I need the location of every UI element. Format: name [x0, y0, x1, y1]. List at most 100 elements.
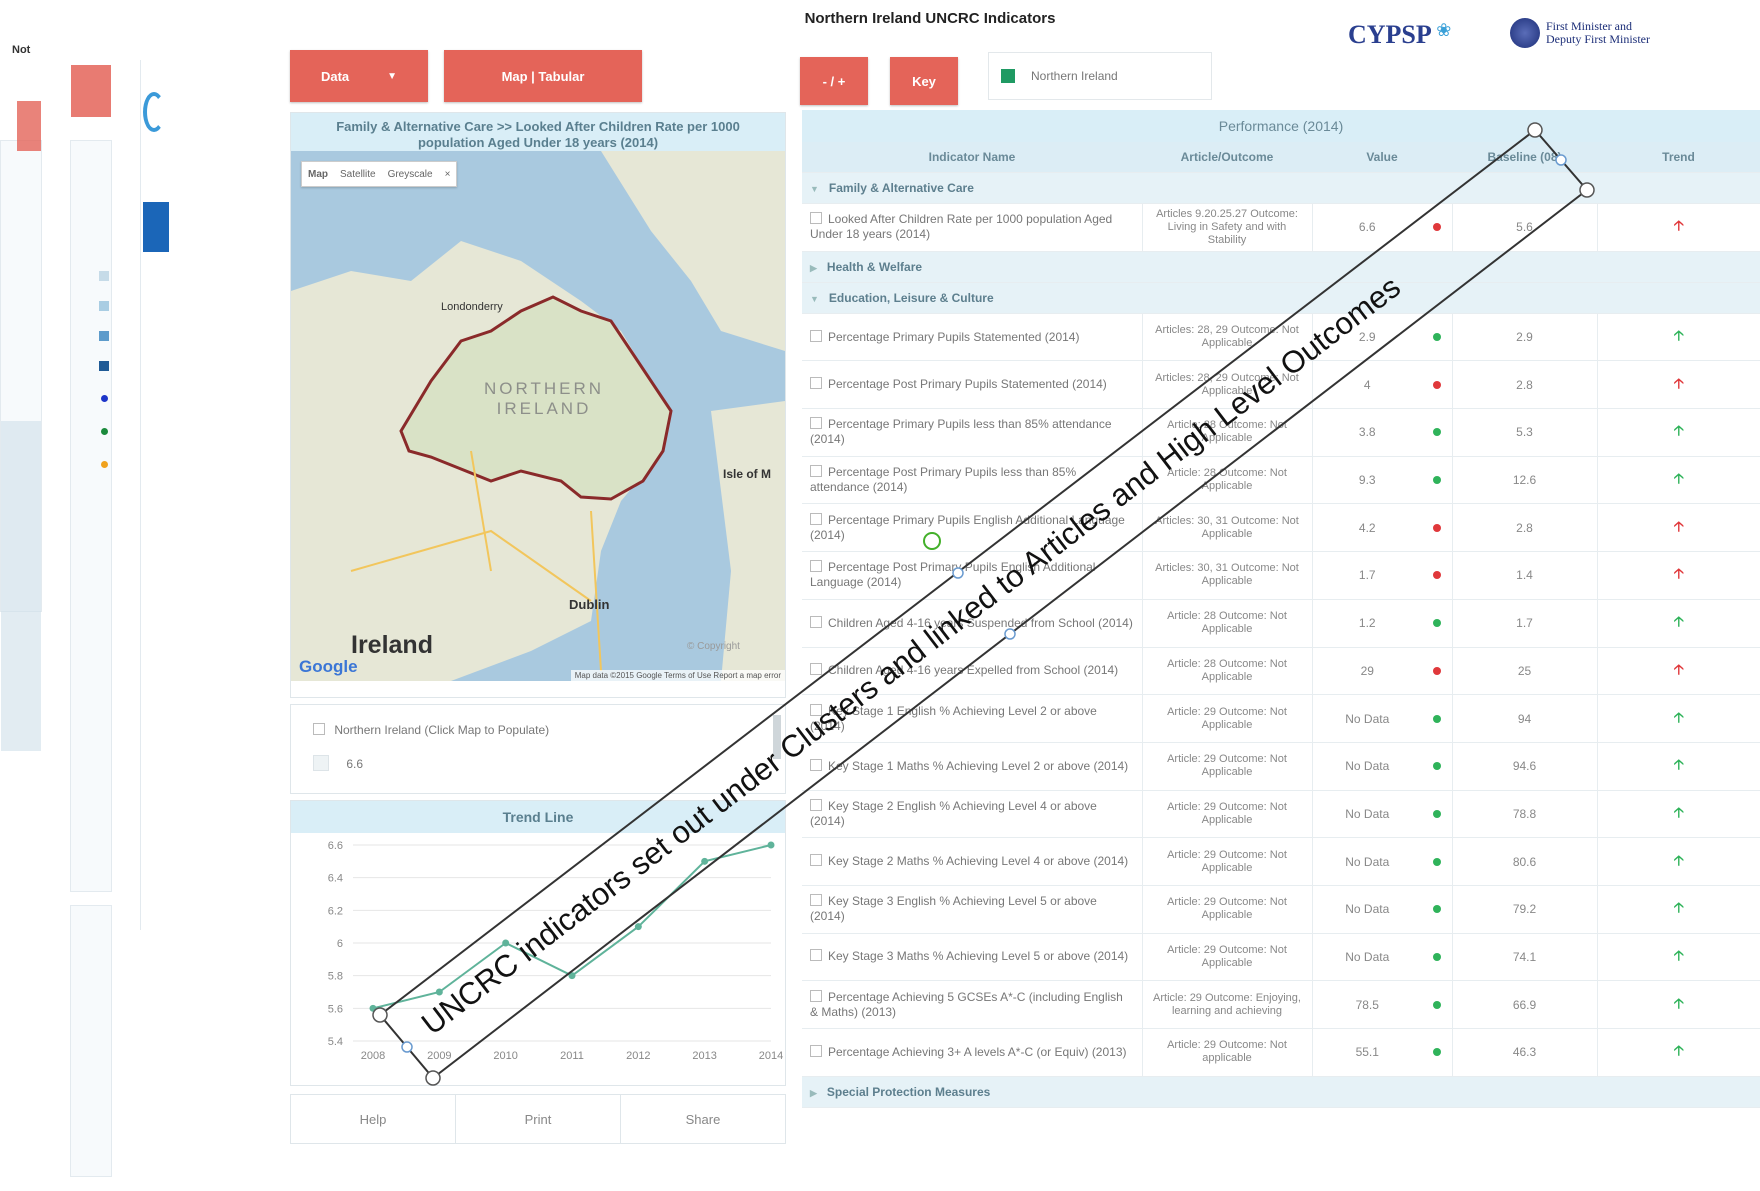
indicator-row[interactable]: Looked After Children Rate per 1000 popu… — [802, 203, 1760, 252]
row-checkbox[interactable] — [810, 703, 822, 716]
baseline-value: 12.6 — [1452, 456, 1598, 505]
cluster-row[interactable]: ▶ Special Protection Measures — [802, 1076, 1760, 1108]
indicator-table: Indicator Name Article/Outcome Value Bas… — [802, 142, 1760, 1108]
row-checkbox[interactable] — [810, 854, 822, 867]
indicator-row[interactable]: Percentage Primary Pupils Statemented (2… — [802, 313, 1760, 362]
indicator-row[interactable]: Percentage Post Primary Pupils English A… — [802, 551, 1760, 600]
cluster-row[interactable]: ▼ Education, Leisure & Culture — [802, 282, 1760, 314]
indicator-row[interactable]: Key Stage 1 Maths % Achieving Level 2 or… — [802, 742, 1760, 791]
key-button[interactable]: Key — [890, 57, 958, 105]
article-outcome: Article: 29 Outcome: Not Applicable — [1141, 837, 1313, 886]
page-title: Northern Ireland UNCRC Indicators — [804, 10, 1056, 27]
map-tab-map[interactable]: Map — [302, 169, 334, 180]
trend-point — [369, 1004, 377, 1012]
cluster-name: Family & Alternative Care — [828, 181, 974, 195]
status-dot-icon — [1432, 619, 1441, 628]
help-button[interactable]: Help — [291, 1095, 456, 1143]
chevron-down-icon[interactable]: ▼ — [810, 184, 819, 194]
chevron-right-icon[interactable]: ▶ — [810, 1088, 817, 1098]
row-checkbox[interactable] — [810, 329, 822, 342]
indicator-row[interactable]: Percentage Achieving 3+ A levels A*-C (o… — [802, 1028, 1760, 1077]
share-button[interactable]: Share — [621, 1095, 785, 1143]
britain-shape — [711, 401, 785, 681]
trend-chart: 6.6 6.4 6.2 6 5.8 5.6 5.4 2008 2009 2010 2011 2012 2… — [328, 840, 784, 1062]
baseline-value: 25 — [1452, 647, 1598, 696]
map-tab-greyscale[interactable]: Greyscale — [382, 169, 439, 180]
col-article-outcome[interactable]: Article/Outcome — [1142, 142, 1312, 173]
row-checkbox[interactable] — [810, 560, 822, 573]
indicator-name: Key Stage 3 English % Achieving Level 5 … — [810, 894, 1097, 924]
indicator-row[interactable]: Percentage Post Primary Pupils less than… — [802, 456, 1760, 505]
baseline-value: 46.3 — [1452, 1028, 1598, 1077]
article-outcome: Article: 29 Outcome: Enjoying, learning … — [1141, 980, 1313, 1029]
row-checkbox[interactable] — [810, 949, 822, 962]
row-checkbox[interactable] — [810, 512, 822, 525]
col-baseline[interactable]: Baseline (08) — [1452, 142, 1598, 173]
trend-arrow-icon: 🡡 — [1673, 708, 1684, 725]
status-dot-icon — [1432, 666, 1441, 675]
print-button[interactable]: Print — [456, 1095, 621, 1143]
col-indicator-name[interactable]: Indicator Name — [802, 142, 1142, 173]
cluster-row[interactable]: ▶ Health & Welfare — [802, 251, 1760, 283]
indicator-row[interactable]: Children Aged 4-16 years Expelled from S… — [802, 647, 1760, 696]
map-view[interactable]: Map Satellite Greyscale × Londonderry NO… — [291, 151, 785, 681]
row-checkbox[interactable] — [810, 663, 822, 676]
baseline-value: 78.8 — [1452, 790, 1598, 839]
map-tab-satellite[interactable]: Satellite — [334, 169, 382, 180]
indicator-row[interactable]: Key Stage 2 English % Achieving Level 4 … — [802, 790, 1760, 839]
indicator-row[interactable]: Percentage Achieving 5 GCSEs A*-C (inclu… — [802, 980, 1760, 1029]
row-checkbox[interactable] — [810, 465, 822, 478]
baseline-value: 2.9 — [1452, 313, 1598, 362]
status-dot-icon — [1432, 905, 1441, 914]
baseline-value: 5.6 — [1452, 203, 1598, 252]
cluster-name: Special Protection Measures — [826, 1084, 991, 1099]
caret-down-icon: ▼ — [387, 70, 398, 82]
article-outcome: Articles: 30, 31 Outcome: Not Applicable — [1141, 503, 1313, 553]
trend-arrow-icon: 🡡 — [1673, 565, 1684, 582]
cypsp-swirl-icon: ❀ — [1436, 20, 1452, 40]
indicator-row[interactable]: Key Stage 3 English % Achieving Level 5 … — [802, 885, 1760, 934]
article-outcome: Article: 28 Outcome: Not Applicable — [1141, 599, 1313, 648]
row-checkbox[interactable] — [810, 798, 822, 811]
indicator-row[interactable]: Percentage Primary Pupils less than 85% … — [802, 408, 1760, 457]
minus-plus-button[interactable]: - / + — [800, 57, 868, 105]
row-checkbox[interactable] — [810, 615, 822, 628]
row-checkbox[interactable] — [810, 417, 822, 430]
status-dot-icon — [1432, 223, 1441, 232]
data-dropdown-button[interactable]: Data ▼ — [290, 50, 428, 102]
row-checkbox[interactable] — [810, 1044, 822, 1057]
legend-scrollbar[interactable] — [773, 715, 781, 759]
indicator-value: 9.3 — [1312, 456, 1422, 505]
status-dot-icon — [1432, 428, 1441, 437]
indicator-row[interactable]: Key Stage 1 English % Achieving Level 2 … — [802, 694, 1760, 743]
chevron-right-icon[interactable]: ▶ — [810, 263, 817, 273]
trend-arrow-icon: 🡡 — [1673, 374, 1684, 391]
indicator-row[interactable]: Percentage Post Primary Pupils Statement… — [802, 360, 1760, 410]
row-checkbox[interactable] — [810, 989, 822, 1002]
legend-checkbox-row[interactable]: Northern Ireland (Click Map to Populate) — [313, 723, 549, 737]
cluster-name: Health & Welfare — [826, 259, 923, 274]
row-checkbox[interactable] — [810, 377, 822, 390]
cypsp-logo-text: CYPSP — [1348, 20, 1432, 49]
col-trend[interactable]: Trend — [1597, 142, 1760, 173]
cypsp-logo: CYPSP ❀ — [1348, 20, 1451, 50]
row-checkbox[interactable] — [810, 894, 822, 907]
indicator-row[interactable]: Children Aged 4-16 years Suspended from … — [802, 599, 1760, 648]
indicator-row[interactable]: Key Stage 3 Maths % Achieving Level 5 or… — [802, 933, 1760, 982]
indicator-row[interactable]: Key Stage 2 Maths % Achieving Level 4 or… — [802, 837, 1760, 886]
row-checkbox[interactable] — [810, 758, 822, 771]
article-outcome: Article: 29 Outcome: Not Applicable — [1141, 790, 1313, 839]
cluster-row[interactable]: ▼ Family & Alternative Care — [802, 172, 1760, 204]
row-checkbox[interactable] — [810, 212, 822, 225]
ghost-window-3 — [70, 905, 112, 1177]
col-value[interactable]: Value — [1312, 142, 1453, 173]
chevron-down-icon[interactable]: ▼ — [810, 294, 819, 304]
status-dot-icon — [1432, 1048, 1441, 1057]
indicator-name: Percentage Achieving 5 GCSEs A*-C (inclu… — [810, 989, 1123, 1019]
legend-checkbox[interactable] — [313, 723, 325, 735]
article-outcome: Articles: 28, 29 Outcome: Not Applicable — [1141, 313, 1313, 362]
map-tabs-close-icon[interactable]: × — [439, 169, 457, 180]
indicator-row[interactable]: Percentage Primary Pupils English Additi… — [802, 503, 1760, 553]
trend-arrow-icon: 🡡 — [1673, 851, 1684, 868]
map-tabular-button[interactable]: Map | Tabular — [444, 50, 642, 102]
